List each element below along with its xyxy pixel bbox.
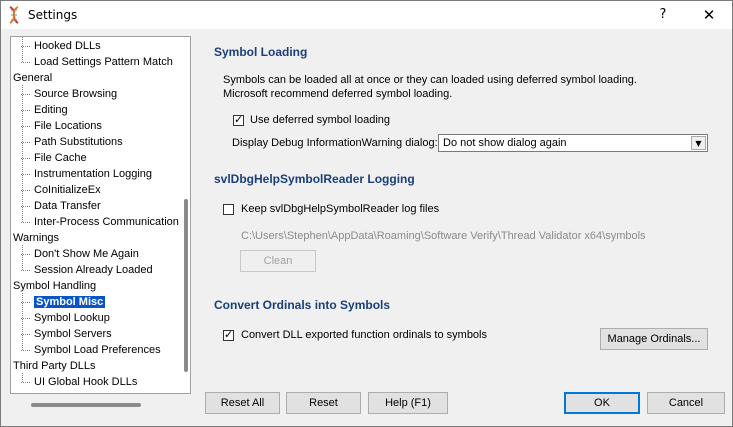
tree-item-label: Instrumentation Logging bbox=[34, 168, 153, 180]
settings-window: Settings ? ✕ Hooked DLLs Load Settings Pa… bbox=[0, 0, 733, 427]
convert-ordinals-label: Convert DLL exported function ordinals t… bbox=[241, 329, 487, 341]
use-deferred-checkbox[interactable] bbox=[233, 113, 244, 126]
reset-button[interactable]: Reset bbox=[286, 392, 361, 414]
manage-ordinals-button[interactable]: Manage Ordinals... bbox=[600, 328, 708, 350]
tree-item-label: UI Global Hook DLLs bbox=[34, 376, 138, 388]
tree-horizontal-scrollbar[interactable] bbox=[31, 403, 141, 407]
keep-log-label: Keep svlDbgHelpSymbolReader log files bbox=[241, 203, 440, 215]
tree-item-label: Symbol Handling bbox=[13, 280, 97, 292]
tree-child-item[interactable]: File Cache bbox=[21, 150, 87, 166]
window-title: Settings bbox=[28, 8, 78, 22]
close-button[interactable]: ✕ bbox=[695, 5, 723, 25]
tree-child-item[interactable]: Load Settings Pattern Match bbox=[21, 54, 173, 70]
log-path-text: C:\Users\Stephen\AppData\Roaming\Softwar… bbox=[241, 230, 646, 242]
tree-vertical-connector bbox=[22, 373, 23, 382]
tree-item-label: Inter-Process Communication bbox=[34, 216, 179, 228]
keep-log-checkbox[interactable] bbox=[223, 204, 234, 215]
tree-child-item[interactable]: Symbol Misc bbox=[21, 294, 106, 310]
tree-item-label: Path Substitutions bbox=[34, 136, 123, 148]
tree-child-item[interactable]: Don't Show Me Again bbox=[21, 246, 139, 262]
symbol-loading-desc-2: Microsoft recommend deferred symbol load… bbox=[223, 88, 453, 100]
tree-child-item[interactable]: Session Already Loaded bbox=[21, 262, 153, 278]
clean-button[interactable]: Clean bbox=[240, 250, 316, 272]
display-debug-label: Display Debug InformationWarning dialog: bbox=[232, 137, 438, 149]
cancel-button[interactable]: Cancel bbox=[647, 392, 725, 414]
tree-item-label: Editing bbox=[34, 104, 68, 116]
tree-child-item[interactable]: Hooked DLLs bbox=[21, 38, 101, 54]
convert-ordinals-checkbox[interactable] bbox=[223, 328, 234, 341]
tree-item-label: Source Browsing bbox=[34, 88, 118, 100]
tree-item-label: Third Party DLLs bbox=[13, 360, 96, 372]
tree-child-item[interactable]: Symbol Lookup bbox=[21, 310, 110, 326]
tree-child-item[interactable]: File Locations bbox=[21, 118, 102, 134]
tree-child-item[interactable]: Symbol Servers bbox=[21, 326, 112, 342]
tree-child-item[interactable]: Symbol Load Preferences bbox=[21, 342, 161, 358]
tree-child-item[interactable]: Inter-Process Communication bbox=[21, 214, 179, 230]
tree-child-item[interactable]: UI Global Hook DLLs bbox=[21, 374, 137, 390]
tree-child-item[interactable]: Path Substitutions bbox=[21, 134, 123, 150]
tree-item-label: File Locations bbox=[34, 120, 102, 132]
tree-vertical-connector bbox=[22, 245, 23, 270]
tree-item-label: CoInitializeEx bbox=[34, 184, 101, 196]
ordinals-title: Convert Ordinals into Symbols bbox=[214, 298, 391, 312]
ok-button[interactable]: OK bbox=[564, 392, 640, 414]
tree-category-item[interactable]: General bbox=[13, 70, 52, 86]
title-bar: Settings ? ✕ bbox=[1, 1, 732, 29]
tree-item-label: Symbol Load Preferences bbox=[34, 344, 161, 356]
settings-tree[interactable]: Hooked DLLs Load Settings Pattern Match Ge… bbox=[10, 36, 191, 394]
tree-child-item[interactable]: Instrumentation Logging bbox=[21, 166, 152, 182]
reset-all-button[interactable]: Reset All bbox=[205, 392, 280, 414]
tree-item-label: File Cache bbox=[34, 152, 87, 164]
tree-category-item[interactable]: Symbol Handling bbox=[13, 278, 96, 294]
tree-item-label: Session Already Loaded bbox=[34, 264, 153, 276]
symbol-loading-title: Symbol Loading bbox=[214, 45, 308, 59]
tree-item-label: Symbol Lookup bbox=[34, 312, 110, 324]
tree-category-item[interactable]: Warnings bbox=[13, 230, 59, 246]
tree-item-label: Warnings bbox=[13, 232, 60, 244]
use-deferred-label: Use deferred symbol loading bbox=[250, 114, 391, 126]
reader-logging-title: svlDbgHelpSymbolReader Logging bbox=[214, 172, 415, 186]
tree-item-label: Don't Show Me Again bbox=[34, 248, 139, 260]
display-debug-value: Do not show dialog again bbox=[443, 137, 567, 149]
tree-child-item[interactable]: Source Browsing bbox=[21, 86, 117, 102]
tree-child-item[interactable]: Editing bbox=[21, 102, 68, 118]
tree-vertical-connector bbox=[22, 85, 23, 222]
tree-item-label: Load Settings Pattern Match bbox=[34, 56, 173, 68]
tree-vertical-scrollbar[interactable] bbox=[184, 199, 188, 372]
tree-item-label: Symbol Misc bbox=[34, 296, 106, 308]
tree-item-label: Data Transfer bbox=[34, 200, 101, 212]
tree-item-label: Symbol Servers bbox=[34, 328, 112, 340]
help-title-button[interactable]: ? bbox=[651, 5, 675, 25]
tree-item-label: General bbox=[13, 72, 53, 84]
dna-app-icon bbox=[9, 6, 19, 24]
tree-category-item[interactable]: Third Party DLLs bbox=[13, 358, 96, 374]
tree-child-item[interactable]: Data Transfer bbox=[21, 198, 101, 214]
chevron-down-icon[interactable]: ▼ bbox=[691, 136, 706, 150]
tree-item-label: Hooked DLLs bbox=[34, 40, 101, 52]
tree-child-item[interactable]: CoInitializeEx bbox=[21, 182, 101, 198]
display-debug-dropdown[interactable]: Do not show dialog again ▼ bbox=[438, 134, 708, 152]
help-button[interactable]: Help (F1) bbox=[368, 392, 448, 414]
tree-vertical-connector bbox=[22, 37, 23, 62]
tree-vertical-connector bbox=[22, 293, 23, 350]
symbol-loading-desc-1: Symbols can be loaded all at once or the… bbox=[223, 74, 637, 86]
